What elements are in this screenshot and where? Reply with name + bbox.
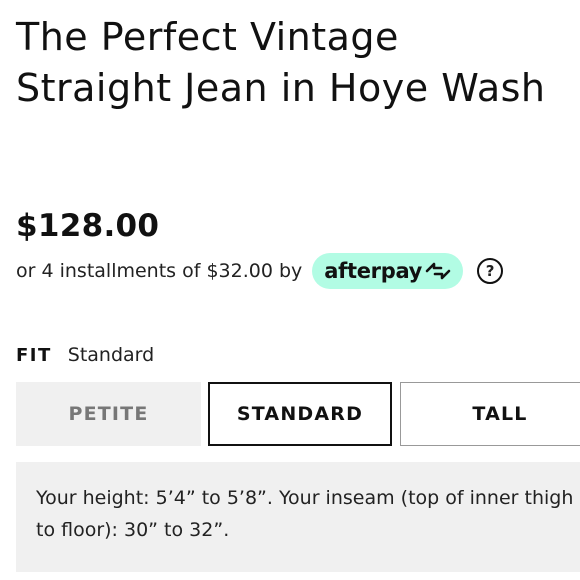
fit-description: Your height: 5’4” to 5’8”. Your inseam (… <box>16 462 580 572</box>
fit-label: FIT <box>16 345 52 366</box>
product-title: The Perfect Vintage Straight Jean in Hoy… <box>16 15 546 110</box>
afterpay-logo-text: afterpay <box>324 259 423 283</box>
product-price: $128.00 <box>16 208 160 244</box>
fit-option-petite[interactable]: PETITE <box>16 382 201 446</box>
fit-option-tall[interactable]: TALL <box>400 382 580 446</box>
fit-option-standard[interactable]: STANDARD <box>208 382 392 446</box>
afterpay-arrows-icon <box>425 262 451 280</box>
help-icon[interactable]: ? <box>477 258 504 284</box>
installments-text: or 4 installments of $32.00 by <box>16 260 303 282</box>
product-details: The Perfect Vintage Straight Jean in Hoy… <box>0 0 580 580</box>
fit-selection-summary: FIT Standard <box>16 344 154 366</box>
help-icon-symbol: ? <box>485 262 495 280</box>
fit-description-text: Your height: 5’4” to 5’8”. Your inseam (… <box>36 487 574 541</box>
afterpay-badge[interactable]: afterpay <box>312 253 464 289</box>
afterpay-installments: or 4 installments of $32.00 by afterpay … <box>16 252 504 290</box>
fit-selected-value: Standard <box>67 344 155 366</box>
